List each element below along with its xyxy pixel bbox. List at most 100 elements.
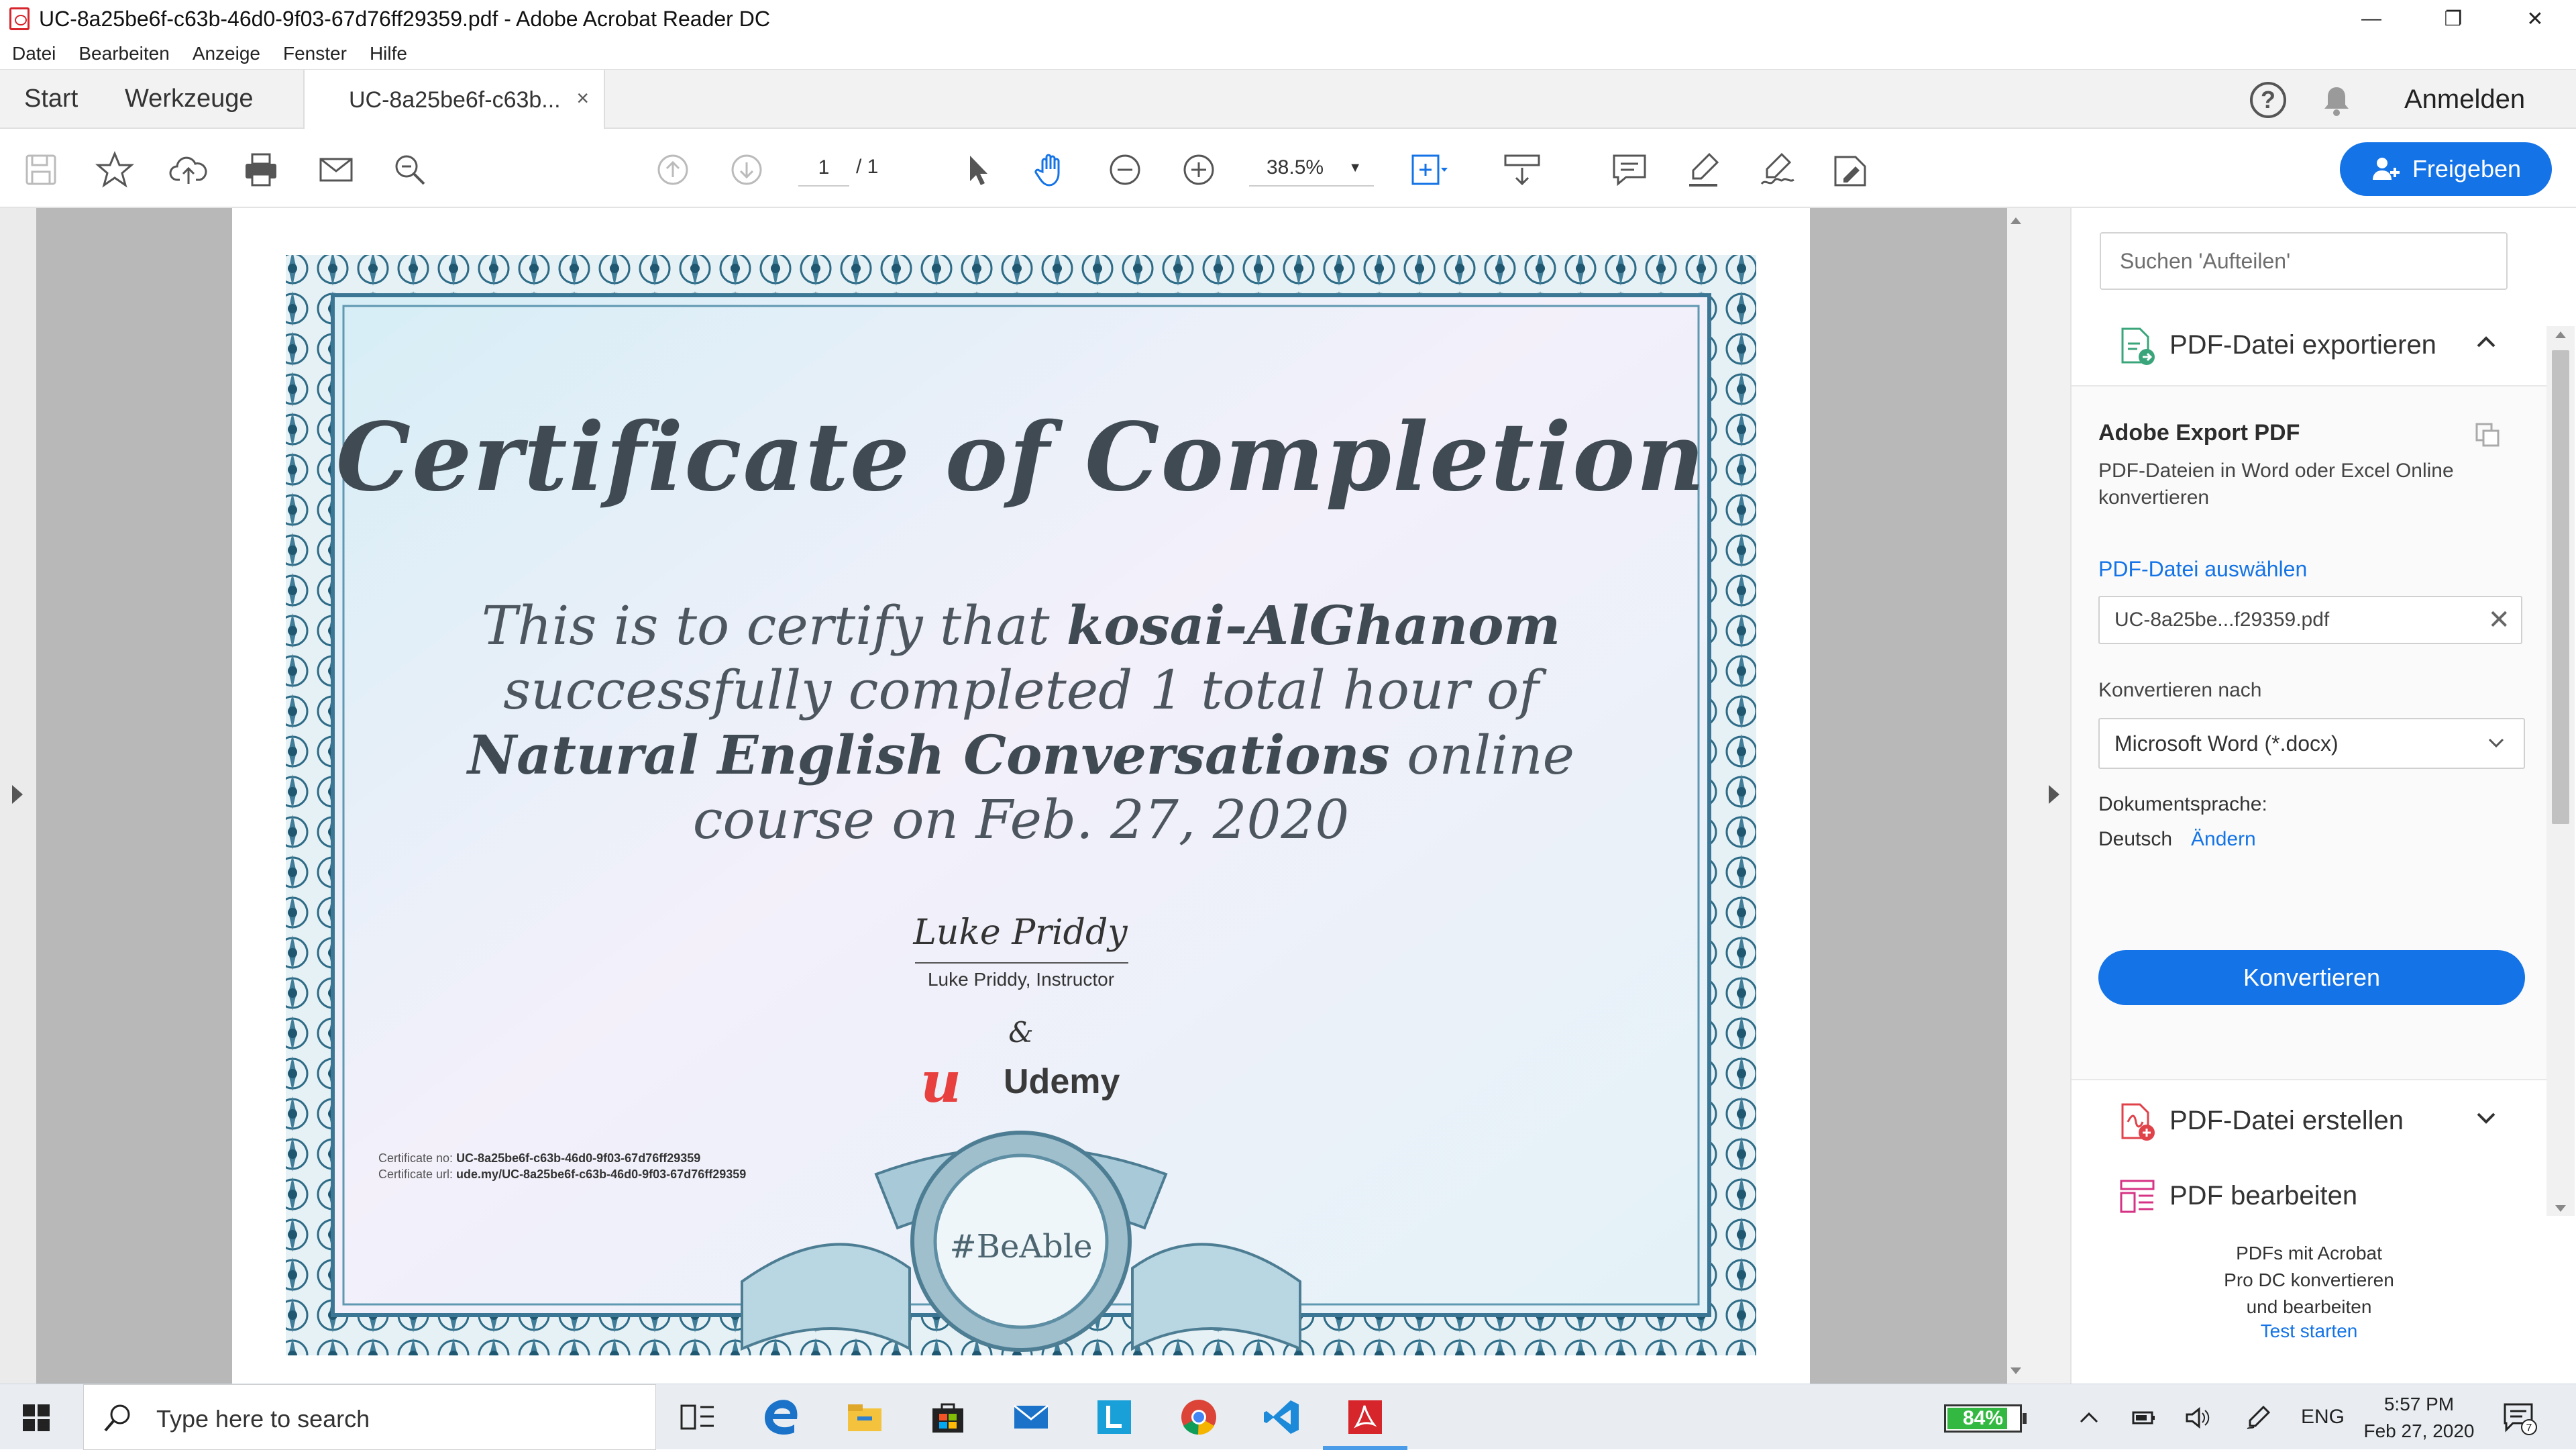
volume-icon[interactable]: [2184, 1404, 2211, 1431]
close-window-button[interactable]: ✕: [2494, 0, 2576, 38]
notification-count: 7: [2526, 1422, 2532, 1434]
hand-tool-icon[interactable]: [1030, 149, 1072, 191]
add-person-icon: [2372, 158, 2400, 180]
collapse-right-pane-icon[interactable]: [2049, 785, 2059, 804]
tools-pane-scrollbar[interactable]: [2546, 326, 2575, 1216]
selected-file-field[interactable]: UC-8a25be...f29359.pdf ✕: [2098, 596, 2522, 644]
scroll-mode-icon[interactable]: [1501, 149, 1543, 191]
page-number-input[interactable]: 1: [798, 149, 849, 187]
zoom-out-icon[interactable]: [1104, 149, 1146, 191]
cloud-upload-icon[interactable]: [168, 149, 209, 191]
minimize-button[interactable]: —: [2330, 0, 2412, 38]
tab-close-button[interactable]: ×: [576, 86, 589, 111]
bookmark-star-icon[interactable]: [94, 149, 136, 191]
l-app-icon[interactable]: [1093, 1396, 1135, 1438]
fill-and-sign-icon[interactable]: [1830, 149, 1872, 191]
taskbar-search-box[interactable]: Type here to search: [83, 1384, 656, 1450]
menu-datei[interactable]: Datei: [12, 43, 56, 64]
cert-url-value: ude.my/UC-8a25be6f-c63b-46d0-9f03-67d76f…: [456, 1168, 747, 1181]
edit-pdf-label: PDF bearbeiten: [2169, 1181, 2358, 1210]
scroll-down-icon[interactable]: [2555, 1205, 2566, 1212]
export-pdf-panel: Adobe Export PDF PDF-Dateien in Word ode…: [2072, 385, 2546, 1080]
tools-search-input[interactable]: Suchen 'Aufteilen': [2100, 232, 2508, 290]
create-pdf-section-header[interactable]: PDF-Datei erstellen: [2072, 1083, 2546, 1155]
email-icon[interactable]: [315, 149, 357, 191]
chevron-down-icon[interactable]: [2474, 1106, 2498, 1130]
select-pdf-link[interactable]: PDF-Datei auswählen: [2098, 557, 2307, 582]
promo-message: PDFs mit Acrobat Pro DC konvertieren und…: [2224, 1243, 2394, 1317]
export-pdf-section-header[interactable]: PDF-Datei exportieren: [2072, 307, 2546, 380]
window-title: UC-8a25be6f-c63b-46d0-9f03-67d76ff29359.…: [39, 6, 770, 31]
battery-indicator[interactable]: 84%: [1944, 1404, 2027, 1433]
edge-browser-icon[interactable]: [761, 1396, 802, 1438]
edit-pdf-section-header[interactable]: PDF bearbeiten: [2072, 1158, 2546, 1231]
chrome-icon[interactable]: [1178, 1396, 1220, 1438]
chevron-up-icon[interactable]: [2474, 330, 2498, 354]
document-scrollbar[interactable]: [2007, 208, 2025, 1384]
fit-page-icon[interactable]: [1407, 149, 1449, 191]
zoom-dropdown[interactable]: 38.5% ▼: [1249, 149, 1374, 187]
clear-file-icon[interactable]: ✕: [2487, 597, 2510, 643]
file-explorer-icon[interactable]: [844, 1396, 885, 1438]
instructor-signature: Luke Priddy: [913, 913, 1128, 953]
highlight-pen-icon[interactable]: [1682, 149, 1724, 191]
copy-icon[interactable]: [2474, 421, 2501, 448]
previous-page-icon[interactable]: [652, 149, 694, 191]
windows-start-icon[interactable]: [23, 1404, 50, 1431]
cert-no-label: Certificate no:: [378, 1151, 457, 1165]
zoom-in-icon[interactable]: [1178, 149, 1220, 191]
change-language-link[interactable]: Ändern: [2191, 828, 2256, 851]
left-navigation-pane: [0, 208, 36, 1384]
search-zoom-icon[interactable]: [389, 149, 431, 191]
help-icon[interactable]: ?: [2250, 82, 2286, 118]
input-language[interactable]: ENG: [2301, 1406, 2345, 1429]
tab-start[interactable]: Start: [24, 85, 78, 113]
menu-fenster[interactable]: Fenster: [283, 43, 347, 64]
scroll-up-icon[interactable]: [2555, 331, 2566, 338]
sign-icon[interactable]: [1756, 149, 1798, 191]
print-icon[interactable]: [240, 149, 282, 191]
pen-workspace-icon[interactable]: [2245, 1404, 2271, 1431]
bell-icon[interactable]: [2321, 85, 2352, 117]
tab-document[interactable]: UC-8a25be6f-c63b... ×: [303, 70, 605, 130]
tab-document-label: UC-8a25be6f-c63b...: [349, 87, 561, 113]
scroll-down-icon[interactable]: [2010, 1367, 2021, 1374]
export-title: Adobe Export PDF: [2098, 420, 2300, 446]
comment-icon[interactable]: [1609, 149, 1650, 191]
start-trial-link[interactable]: Test starten: [2072, 1320, 2546, 1342]
store-icon[interactable]: [927, 1396, 969, 1438]
action-center-icon[interactable]: 7: [2502, 1400, 2537, 1435]
select-cursor-icon[interactable]: [957, 149, 998, 191]
certificate-info: Certificate no: UC-8a25be6f-c63b-46d0-9f…: [378, 1150, 746, 1182]
signin-link[interactable]: Anmelden: [2404, 85, 2525, 115]
next-page-icon[interactable]: [726, 149, 767, 191]
convert-format-select[interactable]: Microsoft Word (*.docx): [2098, 718, 2525, 769]
share-button-label: Freigeben: [2412, 155, 2522, 183]
chevron-up-icon[interactable]: [2076, 1404, 2102, 1431]
certificate-statement: This is to certify that kosai-AlGhanom s…: [393, 593, 1649, 852]
menu-bearbeiten[interactable]: Bearbeiten: [78, 43, 169, 64]
share-button[interactable]: Freigeben: [2340, 142, 2552, 196]
pdf-page: Certificate of Completion This is to cer…: [232, 208, 1810, 1384]
selected-file-name: UC-8a25be...f29359.pdf: [2114, 609, 2330, 631]
power-plug-icon[interactable]: [2131, 1404, 2157, 1431]
scroll-up-icon[interactable]: [2010, 217, 2021, 224]
acrobat-taskbar-icon[interactable]: [1323, 1396, 1407, 1450]
convert-button[interactable]: Konvertieren: [2098, 950, 2525, 1005]
export-pdf-label: PDF-Datei exportieren: [2169, 330, 2436, 360]
course-name: Natural English Conversations: [468, 723, 1390, 786]
save-icon[interactable]: [20, 149, 62, 191]
task-view-icon[interactable]: [676, 1396, 718, 1438]
system-clock[interactable]: 5:57 PM Feb 27, 2020: [2359, 1391, 2479, 1445]
vscode-icon[interactable]: [1261, 1396, 1303, 1438]
expand-left-pane-icon[interactable]: [12, 785, 23, 804]
title-bar: UC-8a25be6f-c63b-46d0-9f03-67d76ff29359.…: [0, 0, 2576, 38]
menu-hilfe[interactable]: Hilfe: [370, 43, 407, 64]
menu-anzeige[interactable]: Anzeige: [193, 43, 260, 64]
maximize-button[interactable]: ❐: [2412, 0, 2494, 38]
mail-icon[interactable]: [1010, 1396, 1052, 1438]
statement-middle: successfully completed 1 total hour of: [503, 659, 1539, 721]
ampersand: &: [1008, 1016, 1034, 1049]
scrollbar-thumb[interactable]: [2552, 350, 2569, 824]
tab-tools[interactable]: Werkzeuge: [125, 85, 254, 113]
